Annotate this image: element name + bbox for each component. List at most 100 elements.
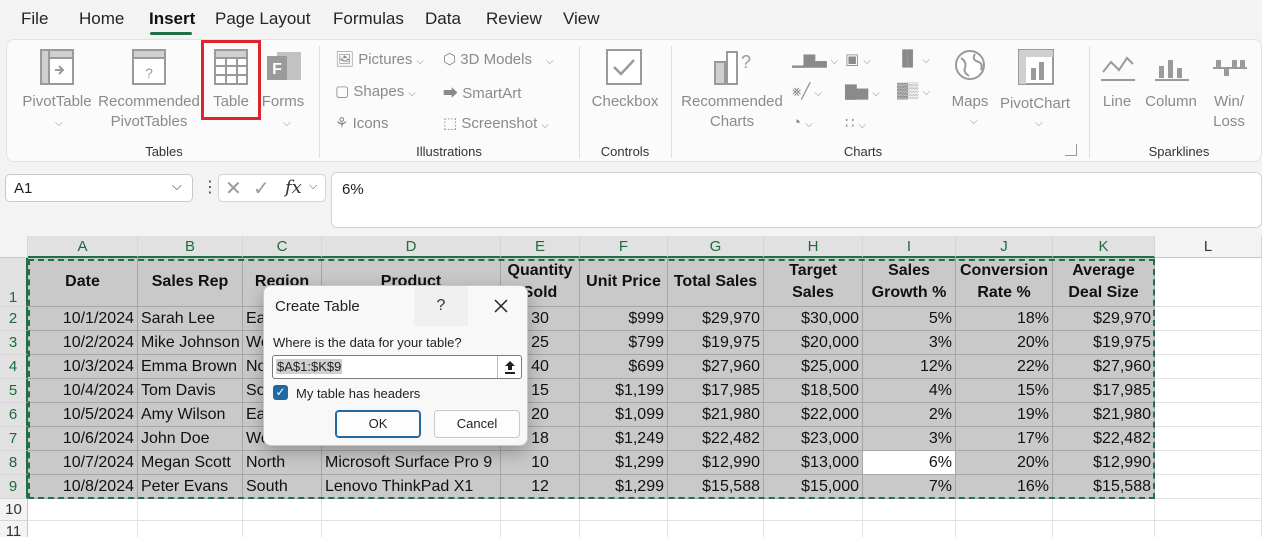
table-cell[interactable]: Microsoft Surface Pro 9 xyxy=(322,451,501,475)
table-cell[interactable]: $21,980 xyxy=(1053,403,1155,427)
table-cell[interactable]: $21,980 xyxy=(668,403,764,427)
table-cell[interactable]: Mike Johnson xyxy=(138,331,243,355)
pivotchart-button[interactable]: PivotChart ⌵ xyxy=(997,46,1073,136)
tab-insert[interactable]: Insert xyxy=(149,9,195,29)
empty-cell[interactable] xyxy=(1155,427,1262,451)
table-cell[interactable]: $799 xyxy=(580,331,668,355)
table-cell[interactable]: 16% xyxy=(956,475,1053,499)
column-header-l[interactable]: L xyxy=(1155,236,1262,258)
header-cell-date[interactable]: Date xyxy=(28,258,138,307)
table-cell[interactable]: 10/4/2024 xyxy=(28,379,138,403)
empty-cell[interactable] xyxy=(764,499,863,521)
table-cell[interactable]: $1,299 xyxy=(580,475,668,499)
header-cell-sales-growth[interactable]: Sales Growth % xyxy=(863,258,956,307)
empty-cell[interactable] xyxy=(1155,307,1262,331)
table-button[interactable]: Table xyxy=(205,46,257,116)
line-chart-button[interactable]: ⨳╱ ⌵ xyxy=(792,82,822,100)
table-cell[interactable]: $18,500 xyxy=(764,379,863,403)
column-header-c[interactable]: C xyxy=(243,236,322,258)
formula-input[interactable]: 6% xyxy=(331,172,1262,228)
tab-file[interactable]: File xyxy=(21,9,48,29)
recommended-charts-button[interactable]: ? Recommended Charts xyxy=(677,46,787,136)
table-cell[interactable]: $19,975 xyxy=(1053,331,1155,355)
chevron-down-icon[interactable]: ⌵ xyxy=(172,178,182,194)
header-cell-sales-rep[interactable]: Sales Rep xyxy=(138,258,243,307)
combo-chart-button[interactable]: ▓▒ ⌵ xyxy=(897,82,930,99)
table-cell[interactable]: 7% xyxy=(863,475,956,499)
table-cell[interactable]: 20% xyxy=(956,451,1053,475)
insert-function-icon[interactable]: fx xyxy=(285,177,302,198)
column-header-a[interactable]: A xyxy=(28,236,138,258)
table-cell[interactable]: $15,588 xyxy=(1053,475,1155,499)
checkbox-button[interactable]: Checkbox xyxy=(587,46,663,136)
table-cell[interactable]: $12,990 xyxy=(668,451,764,475)
screenshot-button[interactable]: ⬚ Screenshot ⌵ xyxy=(443,114,549,132)
empty-cell[interactable] xyxy=(138,521,243,537)
table-cell[interactable]: $1,099 xyxy=(580,403,668,427)
table-cell[interactable]: $27,960 xyxy=(1053,355,1155,379)
hierarchy-chart-button[interactable]: ▣ ⌵ xyxy=(845,50,871,68)
empty-cell[interactable] xyxy=(1155,521,1262,537)
empty-cell[interactable] xyxy=(322,499,501,521)
empty-cell[interactable] xyxy=(501,521,580,537)
scatter-chart-button[interactable]: ∷ ⌵ xyxy=(845,114,866,132)
tab-page-layout[interactable]: Page Layout xyxy=(215,9,310,29)
table-cell[interactable]: 10 xyxy=(501,451,580,475)
tab-view[interactable]: View xyxy=(563,9,600,29)
row-header-6[interactable]: 6 xyxy=(0,403,28,427)
column-chart-button[interactable]: ▁▆▃ ⌵ xyxy=(792,50,838,68)
empty-cell[interactable] xyxy=(956,521,1053,537)
table-cell[interactable]: $1,199 xyxy=(580,379,668,403)
smartart-button[interactable]: ⮕ SmartArt xyxy=(443,82,521,103)
column-header-g[interactable]: G xyxy=(668,236,764,258)
cancel-button[interactable]: Cancel xyxy=(434,410,520,438)
table-cell[interactable]: $29,970 xyxy=(668,307,764,331)
help-button[interactable]: ? xyxy=(414,286,468,326)
table-cell[interactable]: $20,000 xyxy=(764,331,863,355)
table-cell[interactable]: 3% xyxy=(863,427,956,451)
tab-review[interactable]: Review xyxy=(486,9,542,29)
empty-cell[interactable] xyxy=(1155,258,1262,307)
table-cell[interactable]: $17,985 xyxy=(1053,379,1155,403)
table-cell[interactable]: 12% xyxy=(863,355,956,379)
empty-cell[interactable] xyxy=(243,499,322,521)
empty-cell[interactable] xyxy=(668,499,764,521)
table-cell[interactable]: 10/2/2024 xyxy=(28,331,138,355)
table-cell[interactable]: Tom Davis xyxy=(138,379,243,403)
empty-cell[interactable] xyxy=(1155,403,1262,427)
column-header-e[interactable]: E xyxy=(501,236,580,258)
table-cell[interactable]: John Doe xyxy=(138,427,243,451)
sparkline-column-button[interactable]: Column xyxy=(1143,46,1199,136)
table-cell[interactable]: $17,985 xyxy=(668,379,764,403)
waterfall-chart-button[interactable]: ▐▌ ⌵ xyxy=(897,50,930,67)
table-cell[interactable]: $1,299 xyxy=(580,451,668,475)
tab-formulas[interactable]: Formulas xyxy=(333,9,404,29)
column-header-d[interactable]: D xyxy=(322,236,501,258)
header-cell-total-sales[interactable]: Total Sales xyxy=(668,258,764,307)
empty-cell[interactable] xyxy=(863,499,956,521)
table-cell[interactable]: 10/1/2024 xyxy=(28,307,138,331)
row-header-4[interactable]: 4 xyxy=(0,355,28,379)
table-cell[interactable]: 15% xyxy=(956,379,1053,403)
chevron-down-icon[interactable]: ⌵ xyxy=(309,180,317,193)
column-header-h[interactable]: H xyxy=(764,236,863,258)
row-header-3[interactable]: 3 xyxy=(0,331,28,355)
empty-cell[interactable] xyxy=(1155,379,1262,403)
header-cell-target-sales[interactable]: Target Sales xyxy=(764,258,863,307)
column-header-j[interactable]: J xyxy=(956,236,1053,258)
recommended-pivottables-button[interactable]: ? Recommended PivotTables xyxy=(97,46,201,136)
table-cell[interactable]: Megan Scott xyxy=(138,451,243,475)
table-cell[interactable]: 12 xyxy=(501,475,580,499)
empty-cell[interactable] xyxy=(322,521,501,537)
row-header-2[interactable]: 2 xyxy=(0,307,28,331)
close-button[interactable] xyxy=(474,286,528,326)
table-cell[interactable]: Sarah Lee xyxy=(138,307,243,331)
cancel-icon[interactable]: ✕ xyxy=(225,176,242,201)
table-cell[interactable]: $15,588 xyxy=(668,475,764,499)
empty-cell[interactable] xyxy=(138,499,243,521)
empty-cell[interactable] xyxy=(863,521,956,537)
empty-cell[interactable] xyxy=(580,521,668,537)
header-cell-conversion-rate[interactable]: Conversion Rate % xyxy=(956,258,1053,307)
table-cell[interactable]: $999 xyxy=(580,307,668,331)
table-cell[interactable]: 6% xyxy=(863,451,956,475)
